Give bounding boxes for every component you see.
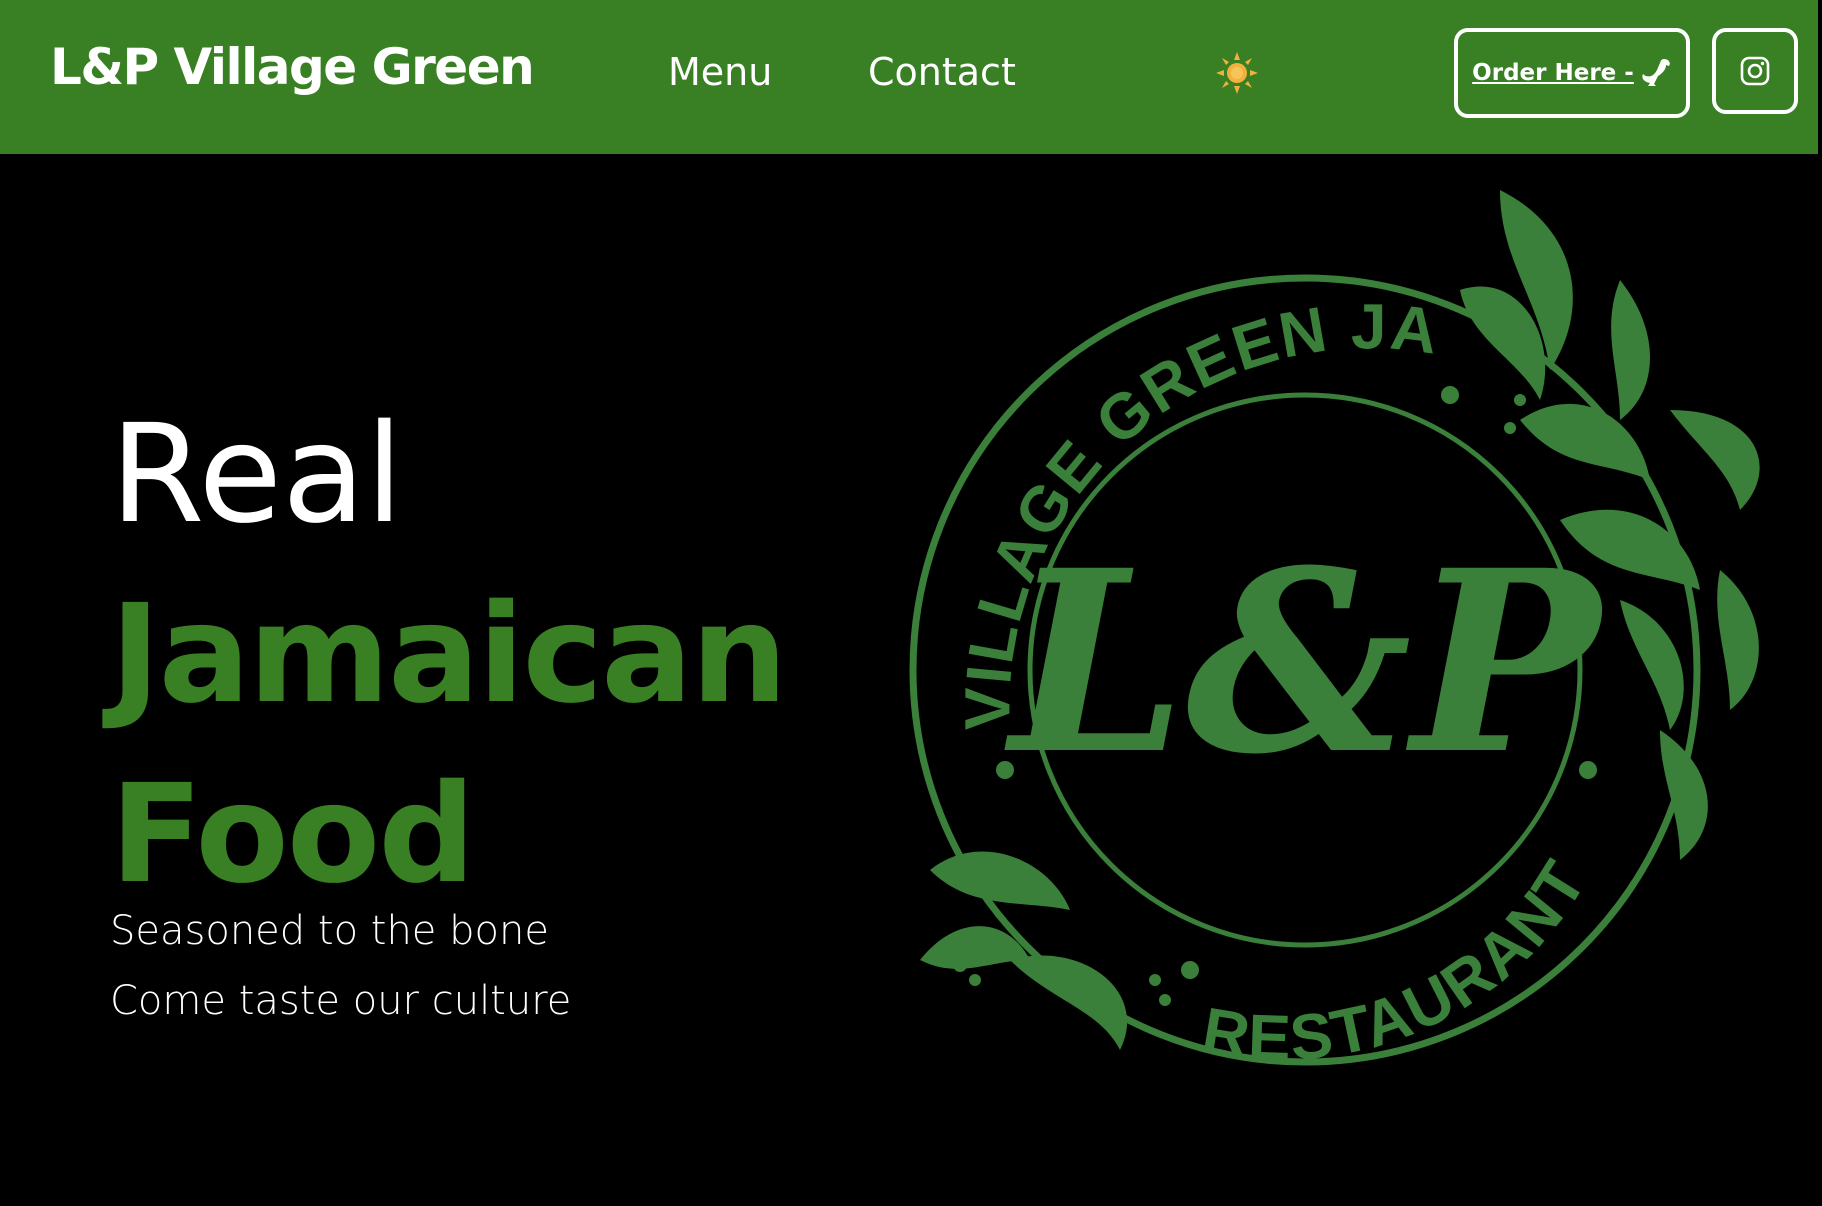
brand-name[interactable]: L&P Village Green — [50, 38, 535, 96]
logo-bottom-textpath: RESTAURANT — [1197, 847, 1598, 1070]
order-here-button[interactable]: Order Here - — [1454, 28, 1690, 118]
hero-line-real: Real — [110, 396, 404, 554]
tagline-culture: Come taste our culture — [110, 978, 572, 1024]
logo-bottom-text: RESTAURANT — [1197, 847, 1600, 1070]
nav-link-contact[interactable]: Contact — [868, 50, 1016, 94]
sun-icon — [1216, 52, 1258, 94]
hero-heading: Real Jamaican Food — [110, 385, 788, 925]
tagline-seasoned: Seasoned to the bone — [110, 908, 549, 954]
theme-toggle-button[interactable] — [1215, 51, 1259, 95]
instagram-icon — [1740, 56, 1770, 86]
restaurant-logo: VILLAGE GREEN JAMAICAN RESTAURANT L&P — [900, 170, 1780, 1070]
hero-line-food: Food — [110, 756, 476, 914]
rooster-icon — [1642, 59, 1670, 86]
logo-dot — [1441, 386, 1459, 404]
hero-line-jamaican: Jamaican — [110, 576, 788, 734]
nav-link-menu[interactable]: Menu — [668, 50, 772, 94]
instagram-button[interactable] — [1712, 28, 1798, 114]
logo-monogram: L&P — [1004, 515, 1605, 809]
site-header: L&P Village Green Menu Contact Order Her… — [0, 0, 1818, 154]
logo-dot — [1181, 961, 1199, 979]
order-button-label: Order Here - — [1472, 60, 1634, 86]
